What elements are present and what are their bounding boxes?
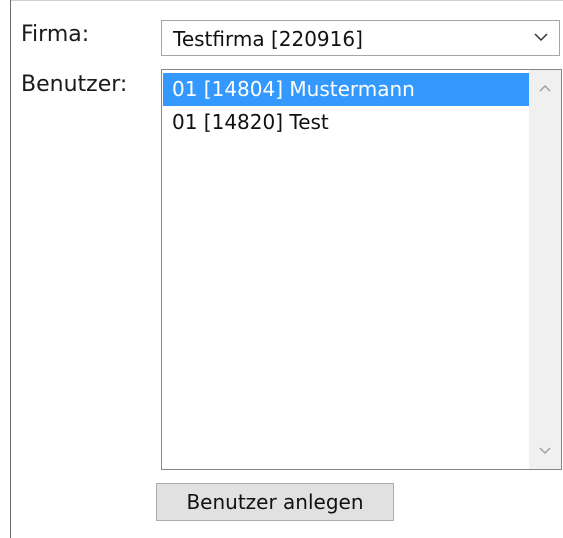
firma-select-value: Testfirma [220916]: [173, 27, 363, 51]
chevron-up-icon[interactable]: [535, 78, 555, 98]
panel-top-border: [10, 0, 563, 1]
benutzer-list-items: 01 [14804] Mustermann 01 [14820] Test: [163, 73, 529, 139]
benutzer-listbox[interactable]: 01 [14804] Mustermann 01 [14820] Test: [161, 69, 562, 470]
firma-label: Firma:: [21, 22, 90, 47]
firma-select[interactable]: Testfirma [220916]: [161, 20, 560, 56]
vertical-scrollbar[interactable]: [529, 70, 561, 469]
create-user-button[interactable]: Benutzer anlegen: [156, 483, 394, 521]
panel-left-border: [10, 0, 11, 538]
benutzer-label: Benutzer:: [21, 72, 128, 97]
list-item[interactable]: 01 [14804] Mustermann: [163, 73, 529, 106]
user-panel: Firma: Testfirma [220916] Benutzer: 01 […: [0, 0, 563, 538]
chevron-down-icon[interactable]: [531, 27, 551, 47]
list-item[interactable]: 01 [14820] Test: [163, 106, 529, 139]
chevron-down-icon[interactable]: [535, 441, 555, 461]
